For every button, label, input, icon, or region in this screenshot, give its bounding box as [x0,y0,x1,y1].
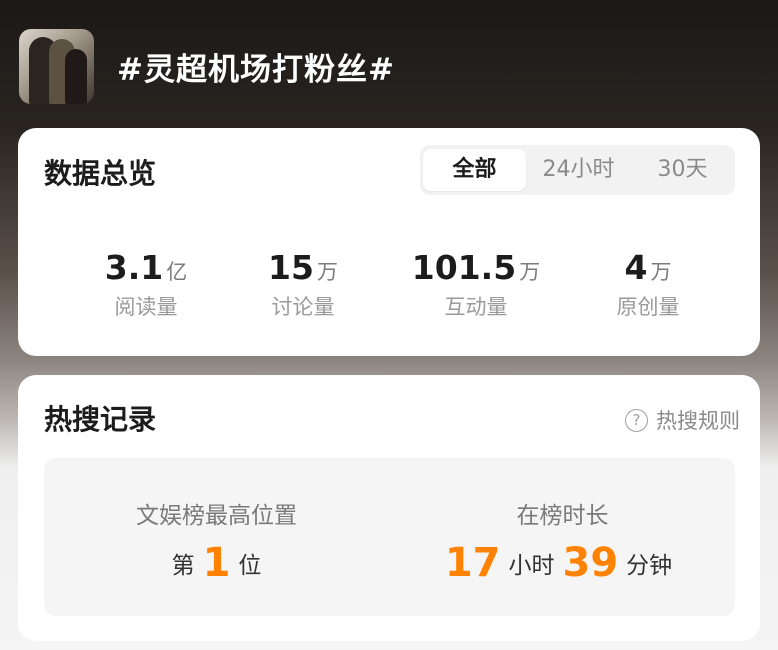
peak-position-block: 文娱榜最高位置 第1位 [44,458,389,616]
stat-label: 互动量 [444,295,508,319]
time-range-tabs: 全部 24小时 30天 [420,145,735,195]
topic-header: #灵超机场打粉丝# [0,0,778,130]
stat-value: 101.5 [411,248,517,287]
stat-unit: 亿 [166,260,188,284]
stat-value: 3.1 [104,248,164,287]
stat-unit: 万 [519,260,541,284]
hours-unit: 小时 [508,553,555,579]
duration-hours: 17 [444,540,501,586]
peak-position-value: 1 [202,540,231,586]
stat-reads: 3.1 亿 阅读量 [61,248,231,321]
data-overview-card: 数据总览 全部 24小时 30天 3.1 亿 阅读量 15 万 讨论量 101.5 万… [18,128,760,356]
stat-label: 讨论量 [271,295,335,319]
hot-search-rules-link[interactable]: ? 热搜规则 [625,405,740,435]
peak-position-heading: 文娱榜最高位置 [136,503,297,529]
stat-label: 阅读量 [114,295,178,319]
stat-unit: 万 [650,260,672,284]
stat-unit: 万 [316,260,338,284]
minutes-unit: 分钟 [626,553,673,579]
topic-title: #灵超机场打粉丝# [117,52,395,88]
tab-30-days[interactable]: 30天 [631,149,734,191]
tab-all[interactable]: 全部 [423,149,526,191]
duration-minutes: 39 [562,540,619,586]
tab-24-hours[interactable]: 24小时 [526,149,631,191]
stat-label: 原创量 [616,295,680,319]
topic-avatar[interactable] [19,29,94,104]
hot-search-card: 热搜记录 ? 热搜规则 文娱榜最高位置 第1位 在榜时长 17 小时 39 分钟 [18,375,760,641]
stat-interactions: 101.5 万 互动量 [391,248,561,321]
hot-search-title: 热搜记录 [44,403,157,436]
question-circle-icon: ? [625,408,648,432]
stat-originals: 4万 原创量 [563,248,733,321]
overview-title: 数据总览 [44,157,157,190]
stat-value: 15 [268,248,314,287]
hot-search-record-box: 文娱榜最高位置 第1位 在榜时长 17 小时 39 分钟 [44,458,735,616]
stat-discussions: 15 万 讨论量 [218,248,388,321]
peak-prefix: 第 [171,553,195,579]
duration-heading: 在榜时长 [516,503,609,529]
avatar-figure [65,49,87,104]
duration-block: 在榜时长 17 小时 39 分钟 [390,458,735,616]
peak-suffix: 位 [238,553,262,579]
stat-value: 4 [624,248,648,287]
rules-label: 热搜规则 [656,409,740,433]
